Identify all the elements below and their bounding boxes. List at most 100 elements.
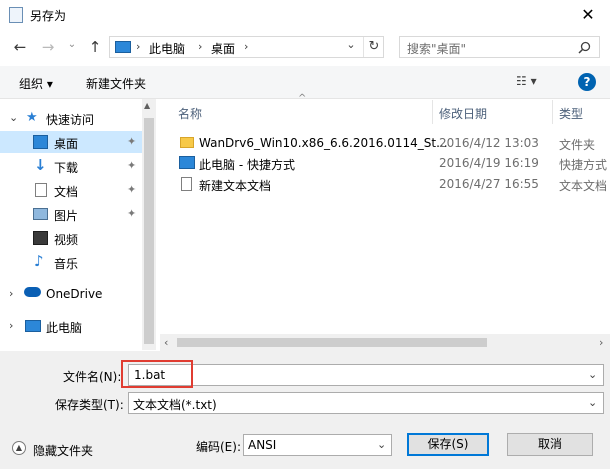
file-modified: 2016/4/19 16:19 [439,156,539,170]
filetype-label: 保存类型(T): [55,398,124,412]
shortcut-icon [179,156,195,169]
cancel-button[interactable]: 取消 [507,433,593,456]
encoding-select[interactable]: ANSI ⌄ [243,434,392,456]
pin-icon: ✦ [127,135,137,148]
nav-item-downloads[interactable]: ↓ 下载 ✦ [0,155,142,177]
nav-item-videos[interactable]: 视频 [0,227,142,249]
search-box[interactable]: 搜索"桌面" [399,36,600,58]
film-icon [33,231,48,245]
nav-scrollbar-thumb[interactable] [144,118,154,344]
file-row[interactable]: 此电脑 - 快捷方式 2016/4/19 16:19 快捷方式 [160,153,610,173]
nav-label: 快速访问 [46,113,95,127]
title-bar [0,0,610,30]
column-header-name[interactable]: 名称 [178,105,202,122]
desktop-icon [33,135,48,149]
encoding-value: ANSI [248,438,277,452]
nav-item-documents[interactable]: 文档 ✦ [0,179,142,201]
nav-label: 此电脑 [46,321,83,335]
file-name: WanDrv6_Win10.x86_6.6.2016.0114_St... [199,136,448,150]
nav-label: 桌面 [54,137,79,151]
up-button[interactable]: ↑ [86,38,104,56]
nav-this-pc[interactable]: › 此电脑 [0,315,142,337]
file-list-scrollbar-thumb[interactable] [177,338,487,347]
column-divider[interactable] [432,100,433,124]
download-arrow-icon: ↓ [34,156,47,174]
nav-onedrive[interactable]: › OneDrive [0,283,142,305]
file-type: 文件夹 [559,138,596,152]
column-header-type[interactable]: 类型 [559,105,583,122]
chevron-down-icon: ⌄ [9,111,19,124]
nav-label: OneDrive [46,287,103,301]
nav-label: 视频 [54,233,79,247]
file-row[interactable]: WanDrv6_Win10.x86_6.6.2016.0114_St... 20… [160,133,610,153]
view-options-button[interactable]: ☷ ▾ [516,74,537,88]
refresh-button[interactable]: ↻ [363,37,384,57]
computer-icon [25,320,41,332]
sort-ascending-icon: ^ [298,93,307,104]
scroll-left-arrow-icon[interactable]: ‹ [164,336,168,349]
column-header-modified[interactable]: 修改日期 [439,105,487,122]
breadcrumb-separator: › [136,40,141,53]
nav-item-pictures[interactable]: 图片 ✦ [0,203,142,225]
folder-icon [180,137,194,148]
breadcrumb-separator: › [198,40,203,53]
encoding-label: 编码(E): [196,440,241,454]
nav-quick-access[interactable]: ⌄ ★ 快速访问 [0,107,142,129]
address-dropdown-button[interactable]: ⌄ [342,38,360,56]
computer-icon [115,41,131,53]
collapse-up-icon[interactable]: ▲ [12,441,26,455]
breadcrumb-desktop[interactable]: 桌面 [211,40,235,57]
forward-button[interactable]: → [39,38,57,56]
scroll-up-arrow-icon[interactable]: ▲ [144,101,150,110]
chevron-right-icon: › [9,287,14,300]
organize-button[interactable]: 组织 ▾ [19,75,53,92]
file-name: 新建文本文档 [199,179,272,193]
music-note-icon: ♪ [34,252,44,270]
navigation-pane: ⌄ ★ 快速访问 桌面 ✦ ↓ 下载 ✦ 文档 ✦ 图片 ✦ 视频 ♪ 音乐 ›… [0,99,142,349]
chevron-right-icon: › [9,319,14,332]
filetype-value: 文本文档(*.txt) [133,398,217,412]
picture-icon [33,208,48,220]
help-button[interactable]: ? [578,73,596,91]
file-row[interactable]: 新建文本文档 2016/4/27 16:55 文本文档 [160,174,610,194]
nav-label: 文档 [54,185,79,199]
star-icon: ★ [26,110,38,125]
column-divider[interactable] [552,100,553,124]
filetype-select[interactable]: 文本文档(*.txt) ⌄ [128,392,604,414]
new-folder-button[interactable]: 新建文件夹 [86,75,146,92]
chevron-down-icon[interactable]: ⌄ [588,396,597,409]
notepad-icon [9,7,23,23]
close-button[interactable]: ✕ [575,4,601,26]
search-icon [578,41,591,54]
highlight-box [121,360,193,388]
scroll-right-arrow-icon[interactable]: › [599,336,603,349]
text-file-icon [181,177,192,191]
search-input[interactable]: 搜索"桌面" [407,40,466,57]
pin-icon: ✦ [127,159,137,172]
filename-label: 文件名(N): [63,370,122,384]
nav-item-desktop[interactable]: 桌面 ✦ [0,131,142,153]
hide-folders-button[interactable]: 隐藏文件夹 [33,442,93,459]
recent-locations-button[interactable]: ⌄ [63,36,81,54]
breadcrumb-separator: › [244,40,249,53]
file-name: 此电脑 - 快捷方式 [199,158,295,172]
save-button[interactable]: 保存(S) [407,433,489,456]
file-modified: 2016/4/12 13:03 [439,136,539,150]
file-modified: 2016/4/27 16:55 [439,177,539,191]
nav-item-music[interactable]: ♪ 音乐 [0,251,142,273]
nav-label: 图片 [54,209,79,223]
back-button[interactable]: ← [11,38,29,56]
nav-label: 下载 [54,161,79,175]
window-title: 另存为 [30,9,67,23]
chevron-down-icon[interactable]: ⌄ [377,438,386,451]
file-type: 文本文档 [559,179,608,193]
pin-icon: ✦ [127,183,137,196]
breadcrumb-this-pc[interactable]: 此电脑 [149,40,185,57]
address-bar[interactable]: › 此电脑 › 桌面 › ⌄ ↻ [109,36,384,58]
document-icon [35,183,47,197]
pin-icon: ✦ [127,207,137,220]
file-type: 快捷方式 [559,158,608,172]
cloud-icon [24,287,41,297]
filename-input[interactable]: 1.bat ⌄ [128,364,604,386]
chevron-down-icon[interactable]: ⌄ [588,368,597,381]
